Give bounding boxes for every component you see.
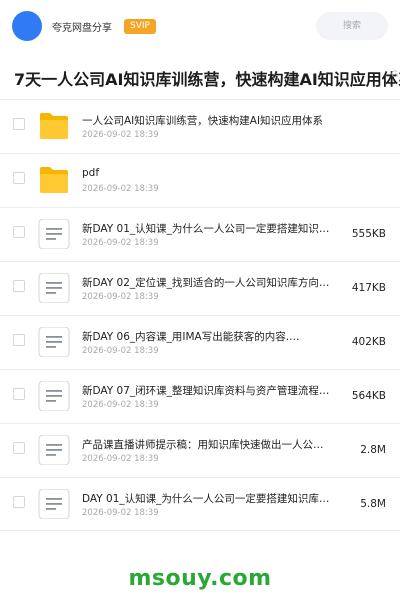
file-row[interactable]: 新DAY 02_定位课_找到适合的一人公司知识库方向… 2026-09-02 18… <box>0 261 400 315</box>
file-name: 新DAY 07_闭环课_整理知识库资料与资产管理流程… <box>82 385 330 397</box>
document-icon <box>38 488 70 520</box>
row-checkbox[interactable] <box>13 442 25 454</box>
file-date: 2026-09-02 18:39 <box>82 292 159 302</box>
row-checkbox[interactable] <box>13 496 25 508</box>
file-date: 2026-09-02 18:39 <box>82 454 159 464</box>
share-owner-name: 夸克网盘分享 <box>52 22 112 34</box>
page-title: 7天一人公司AI知识库训练营，快速构建AI知识应用体系 <box>14 70 400 89</box>
file-name: 新DAY 02_定位课_找到适合的一人公司知识库方向… <box>82 277 330 289</box>
file-row[interactable]: 一人公司AI知识库训练营，快速构建AI知识应用体系 2026-09-02 18:3… <box>0 99 400 153</box>
file-date: 2026-09-02 18:39 <box>82 238 159 248</box>
folder-icon <box>38 165 70 195</box>
title-overflow-text: G <box>391 70 398 80</box>
row-checkbox[interactable] <box>13 118 25 130</box>
document-icon <box>38 326 70 358</box>
file-name: 一人公司AI知识库训练营，快速构建AI知识应用体系 <box>82 115 324 127</box>
file-date: 2026-09-02 18:39 <box>82 184 159 194</box>
file-row[interactable]: 产品课直播讲师提示稿：用知识库快速做出一人公司的第一个产品 2026-09-02 … <box>0 423 400 477</box>
file-row[interactable]: pdf 2026-09-02 18:39 <box>0 153 400 207</box>
file-size: 555KB <box>351 228 386 240</box>
file-size: 564KB <box>351 390 386 402</box>
file-row[interactable]: 新DAY 01_认知课_为什么一人公司一定要搭建知识库… 2026-09-02 1… <box>0 207 400 261</box>
document-icon <box>38 272 70 304</box>
file-date: 2026-09-02 18:39 <box>82 400 159 410</box>
avatar[interactable] <box>12 11 42 41</box>
file-row[interactable]: DAY 01_认知课_为什么一人公司一定要搭建知识库… 2026-09-02 18… <box>0 477 400 531</box>
file-row[interactable]: 新DAY 06_内容课_用IMA写出能获客的内容.… 2026-09-02 18:… <box>0 315 400 369</box>
file-name: 新DAY 01_认知课_为什么一人公司一定要搭建知识库… <box>82 223 332 235</box>
row-checkbox[interactable] <box>13 280 25 292</box>
title-bar: 7天一人公司AI知识库训练营，快速构建AI知识应用体系 G <box>0 54 400 98</box>
file-date: 2026-09-02 18:39 <box>82 346 159 356</box>
file-row[interactable]: 新DAY 07_闭环课_整理知识库资料与资产管理流程… 2026-09-02 18… <box>0 369 400 423</box>
document-icon <box>38 218 70 250</box>
document-icon <box>38 380 70 412</box>
row-checkbox[interactable] <box>13 334 25 346</box>
watermark: msouy.com <box>128 566 272 591</box>
file-size: 2.8M <box>360 444 386 456</box>
file-date: 2026-09-02 18:39 <box>82 130 159 140</box>
file-name: 新DAY 06_内容课_用IMA写出能获客的内容.… <box>82 331 300 343</box>
search-input[interactable]: 搜索 <box>316 12 388 40</box>
file-name: pdf <box>82 167 100 179</box>
share-header: 夸克网盘分享 SVIP 搜索 <box>0 0 400 52</box>
file-size: 402KB <box>351 336 386 348</box>
row-checkbox[interactable] <box>13 388 25 400</box>
row-checkbox[interactable] <box>13 226 25 238</box>
file-name: 产品课直播讲师提示稿：用知识库快速做出一人公司的第一个产品 <box>82 439 332 451</box>
file-name: DAY 01_认知课_为什么一人公司一定要搭建知识库… <box>82 493 330 505</box>
file-size: 417KB <box>351 282 386 294</box>
file-date: 2026-09-02 18:39 <box>82 508 159 518</box>
file-list: 一人公司AI知识库训练营，快速构建AI知识应用体系 2026-09-02 18:3… <box>0 99 400 531</box>
document-icon <box>38 434 70 466</box>
row-checkbox[interactable] <box>13 172 25 184</box>
file-size: 5.8M <box>360 498 386 510</box>
folder-icon <box>38 111 70 141</box>
svip-badge: SVIP <box>124 18 156 34</box>
